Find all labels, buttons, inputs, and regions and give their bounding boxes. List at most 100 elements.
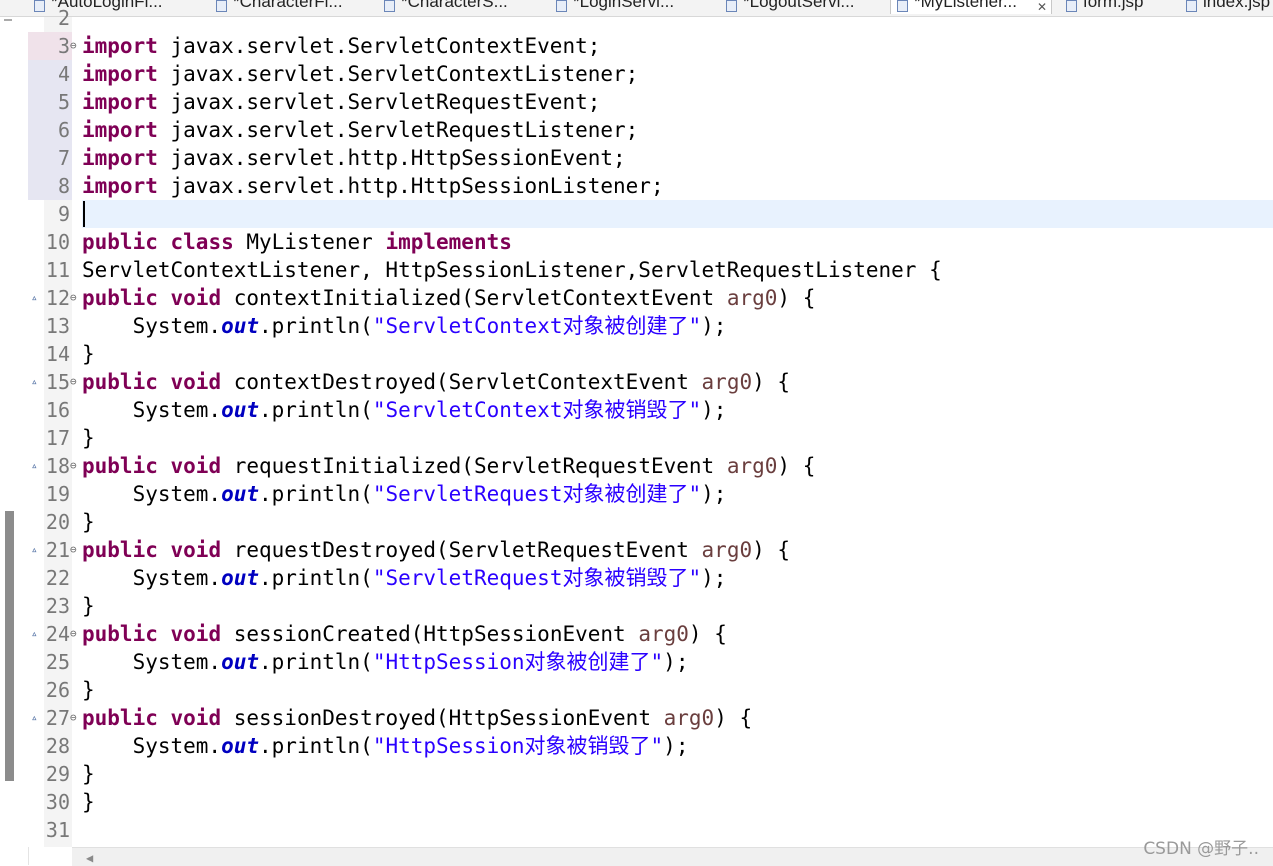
code-line[interactable]: import javax.servlet.http.HttpSessionLis…: [82, 172, 664, 200]
code-line[interactable]: import javax.servlet.ServletContextEvent…: [82, 32, 600, 60]
code-token: ) {: [752, 538, 791, 562]
code-token: sessionCreated(HttpSessionEvent: [221, 622, 639, 646]
code-line[interactable]: ServletContextListener, HttpSessionListe…: [82, 256, 942, 284]
tab-characters[interactable]: *CharacterS...: [378, 0, 528, 14]
code-line[interactable]: System.out.println("ServletRequest对象被销毁了…: [82, 564, 727, 592]
code-line[interactable]: }: [82, 788, 95, 816]
tab-logoutservi[interactable]: *LogoutServi...: [720, 0, 880, 14]
line-number: 4: [28, 60, 72, 88]
code-token: .println(: [259, 566, 373, 590]
line-number: 19: [45, 482, 70, 506]
code-token: javax.servlet.ServletRequestListener;: [157, 118, 639, 142]
code-token: public: [82, 286, 158, 310]
fold-toggle-icon[interactable]: ⊖: [70, 284, 80, 312]
tab-formjsp[interactable]: form.jsp: [1060, 0, 1170, 14]
code-token: }: [82, 790, 95, 814]
tab-loginservi[interactable]: *LoginServi...: [550, 0, 700, 14]
watermark: CSDN @野子..: [1143, 839, 1259, 859]
code-token: sessionDestroyed(HttpSessionEvent: [221, 706, 664, 730]
line-number: 2: [57, 6, 70, 30]
fold-toggle-icon[interactable]: ⊖: [70, 620, 80, 648]
code-token: void: [170, 454, 222, 478]
code-token: javax.servlet.http.HttpSessionListener;: [157, 174, 664, 198]
code-line[interactable]: import javax.servlet.ServletRequestListe…: [82, 116, 638, 144]
code-token: );: [701, 398, 727, 422]
tab-characterfi[interactable]: *CharacterFi...: [210, 0, 360, 14]
code-token: public: [82, 706, 158, 730]
code-token: javax.servlet.ServletContextListener;: [157, 62, 639, 86]
override-marker-icon[interactable]: ▵: [31, 284, 43, 312]
code-token: void: [170, 538, 222, 562]
code-token: contextInitialized(ServletContextEvent: [221, 286, 727, 310]
code-line[interactable]: public void requestInitialized(ServletRe…: [82, 452, 815, 480]
scroll-left-icon[interactable]: ◀: [86, 851, 93, 865]
code-token: }: [82, 426, 95, 450]
line-number: 14: [45, 342, 70, 366]
fold-toggle-icon[interactable]: ⊖: [70, 536, 80, 564]
code-token: System.: [82, 566, 222, 590]
code-line[interactable]: public class MyListener implements: [82, 228, 512, 256]
fold-toggle-icon[interactable]: ⊖: [70, 32, 80, 60]
tab-label: *CharacterS...: [401, 0, 508, 11]
fold-toggle-icon[interactable]: ⊖: [70, 704, 80, 732]
minimize-icon[interactable]: [4, 19, 12, 21]
code-token: import: [82, 174, 158, 198]
code-token: contextDestroyed(ServletContextEvent: [221, 370, 702, 394]
code-line[interactable]: }: [82, 760, 95, 788]
code-line[interactable]: public void contextInitialized(ServletCo…: [82, 284, 815, 312]
code-token: import: [82, 62, 158, 86]
code-token: );: [701, 314, 727, 338]
horizontal-scrollbar[interactable]: ◀: [72, 847, 1273, 866]
tab-indexjsp[interactable]: index.jsp: [1180, 0, 1273, 14]
code-token: out: [221, 650, 260, 674]
code-line[interactable]: public void contextDestroyed(ServletCont…: [82, 368, 790, 396]
code-line[interactable]: public void sessionCreated(HttpSessionEv…: [82, 620, 727, 648]
code-line[interactable]: import javax.servlet.ServletRequestEvent…: [82, 88, 600, 116]
code-line[interactable]: System.out.println("ServletContext对象被销毁了…: [82, 396, 727, 424]
code-line[interactable]: import javax.servlet.http.HttpSessionEve…: [82, 144, 626, 172]
file-icon: [216, 0, 227, 12]
code-line[interactable]: }: [82, 592, 95, 620]
code-token: .println(: [259, 398, 373, 422]
code-token: "ServletContext对象被销毁了": [372, 398, 702, 422]
code-line[interactable]: }: [82, 676, 95, 704]
code-token: void: [170, 706, 222, 730]
code-line[interactable]: System.out.println("HttpSession对象被销毁了");: [82, 732, 689, 760]
code-line[interactable]: }: [82, 508, 95, 536]
code-token: );: [663, 650, 689, 674]
code-line[interactable]: }: [82, 340, 95, 368]
vertical-scroll-thumb[interactable]: [5, 511, 14, 781]
code-token: void: [170, 370, 222, 394]
tab-mylistener[interactable]: *MyListener... ✕: [890, 0, 1052, 14]
override-marker-icon[interactable]: ▵: [31, 704, 43, 732]
code-line[interactable]: System.out.println("ServletContext对象被创建了…: [82, 312, 727, 340]
code-token: System.: [82, 398, 222, 422]
code-line[interactable]: System.out.println("ServletRequest对象被创建了…: [82, 480, 727, 508]
code-token: public: [82, 454, 158, 478]
text-caret: [83, 201, 85, 227]
code-token: import: [82, 34, 158, 58]
line-number: 9: [57, 202, 70, 226]
line-number: 3: [28, 32, 72, 60]
override-marker-icon[interactable]: ▵: [31, 620, 43, 648]
code-token: implements: [385, 230, 512, 254]
code-line[interactable]: public void sessionDestroyed(HttpSession…: [82, 704, 752, 732]
line-number: 28: [45, 734, 70, 758]
override-marker-icon[interactable]: ▵: [31, 452, 43, 480]
fold-toggle-icon[interactable]: ⊖: [70, 452, 80, 480]
fold-toggle-icon[interactable]: ⊖: [70, 368, 80, 396]
override-marker-icon[interactable]: ▵: [31, 368, 43, 396]
line-number: 17: [45, 426, 70, 450]
close-tab-icon[interactable]: ✕: [1037, 0, 1047, 14]
code-line[interactable]: System.out.println("HttpSession对象被创建了");: [82, 648, 689, 676]
code-token: "ServletContext对象被创建了": [372, 314, 702, 338]
code-line[interactable]: }: [82, 424, 95, 452]
line-number: 20: [45, 510, 70, 534]
code-line[interactable]: public void requestDestroyed(ServletRequ…: [82, 536, 790, 564]
code-line[interactable]: import javax.servlet.ServletContextListe…: [82, 60, 638, 88]
override-marker-icon[interactable]: ▵: [31, 536, 43, 564]
code-token: requestDestroyed(ServletRequestEvent: [221, 538, 702, 562]
